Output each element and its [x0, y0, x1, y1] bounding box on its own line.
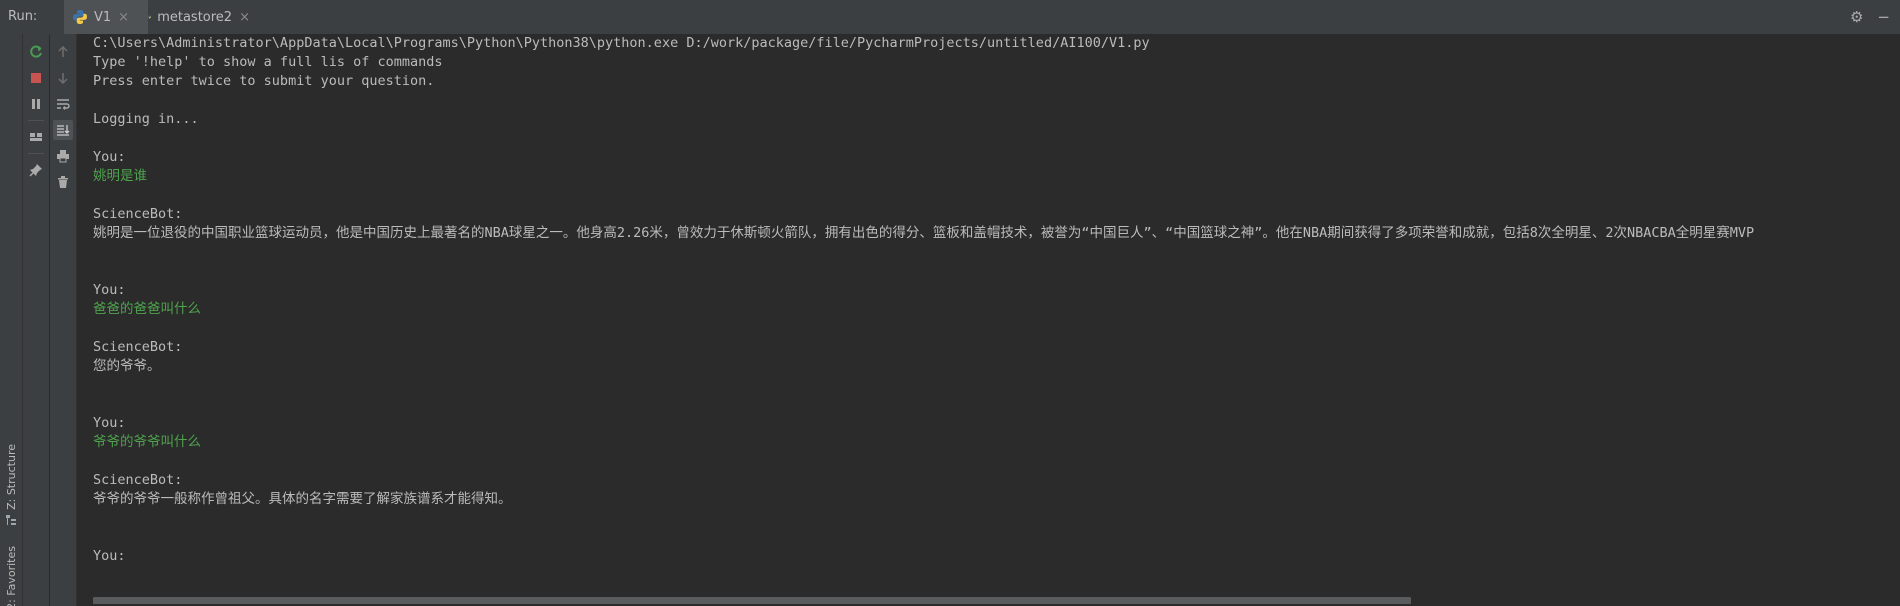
- stop-icon: [31, 73, 41, 83]
- favorites-tool-tab[interactable]: 2: Favorites ★: [0, 546, 22, 606]
- clear-all-button[interactable]: [53, 172, 73, 192]
- soft-wrap-icon: [57, 99, 70, 110]
- user-input-line: 姚明是谁: [93, 168, 147, 184]
- hide-icon[interactable]: −: [1877, 8, 1890, 26]
- structure-tab-label: Z: Structure: [4, 444, 18, 510]
- tab-metastore2[interactable]: metastore2 ×: [140, 0, 258, 34]
- python-file-icon: [73, 10, 87, 24]
- user-input-line: 爸爸的爸爸叫什么: [93, 301, 201, 317]
- stop-button[interactable]: [26, 68, 46, 88]
- pause-icon: [32, 99, 40, 109]
- favorites-tab-label: 2: Favorites: [4, 546, 18, 606]
- console-line: Type '!help' to show a full lis of comma…: [93, 54, 443, 70]
- scroll-to-end-icon: [57, 125, 70, 136]
- down-arrow-icon: [58, 73, 68, 85]
- run-label: Run:: [8, 9, 38, 24]
- gear-icon[interactable]: ⚙: [1850, 8, 1863, 26]
- print-button[interactable]: [53, 146, 73, 166]
- toolbar-separator: [28, 153, 44, 154]
- trash-icon: [58, 176, 68, 188]
- soft-wrap-button[interactable]: [53, 94, 73, 114]
- console-lines: C:\Users\Administrator\AppData\Local\Pro…: [77, 34, 1900, 566]
- close-icon[interactable]: ×: [118, 10, 129, 25]
- tab-v1-label: V1: [94, 9, 112, 25]
- print-icon: [57, 150, 69, 163]
- close-icon[interactable]: ×: [239, 10, 250, 25]
- run-tab-bar: Run: V1 × metastore2 × ⚙ −: [0, 0, 1900, 35]
- console-line: You:: [93, 415, 126, 431]
- layout-icon: [30, 133, 42, 141]
- console-line: You:: [93, 548, 126, 564]
- toolbar-separator: [28, 120, 44, 121]
- rerun-button[interactable]: [26, 42, 46, 62]
- scroll-to-end-button[interactable]: [53, 120, 73, 140]
- user-input-line: 爷爷的爷爷叫什么: [93, 434, 201, 450]
- console-line: Logging in...: [93, 111, 199, 127]
- console-line: Press enter twice to submit your questio…: [93, 73, 435, 89]
- console-output[interactable]: C:\Users\Administrator\AppData\Local\Pro…: [77, 34, 1900, 594]
- restore-layout-button[interactable]: [26, 127, 46, 147]
- tabbar-actions: ⚙ −: [1850, 0, 1890, 34]
- run-toolbar-secondary: [50, 34, 77, 606]
- left-tool-strip: Z: Structure 2: Favorites ★: [0, 34, 23, 606]
- console-line: 您的爷爷。: [93, 358, 161, 374]
- structure-icon: [6, 514, 16, 525]
- console-line: 爷爷的爷爷一般称作曾祖父。具体的名字需要了解家族谱系才能得知。: [93, 491, 512, 507]
- pin-icon: [29, 164, 42, 177]
- console-line: ScienceBot:: [93, 472, 183, 488]
- horizontal-scrollbar[interactable]: [77, 594, 1900, 606]
- console-line: You:: [93, 282, 126, 298]
- next-occurrence-button[interactable]: [53, 68, 73, 88]
- scrollbar-thumb[interactable]: [93, 597, 1411, 604]
- up-arrow-icon: [58, 45, 68, 57]
- structure-tool-tab[interactable]: Z: Structure: [0, 444, 22, 526]
- console-line: You:: [93, 149, 126, 165]
- run-toolbar-primary: [23, 34, 49, 606]
- rerun-icon: [30, 45, 42, 58]
- console-line: ScienceBot:: [93, 206, 183, 222]
- previous-occurrence-button[interactable]: [53, 42, 73, 62]
- tab-v1[interactable]: V1 ×: [64, 0, 148, 34]
- console-line: ScienceBot:: [93, 339, 183, 355]
- pause-button[interactable]: [26, 94, 46, 114]
- console-line: 姚明是一位退役的中国职业篮球运动员，他是中国历史上最著名的NBA球星之一。他身高…: [93, 225, 1755, 241]
- python-file-icon: [148, 15, 152, 19]
- console-line: C:\Users\Administrator\AppData\Local\Pro…: [93, 35, 1150, 51]
- pin-tab-button[interactable]: [26, 160, 46, 180]
- tab-metastore2-label: metastore2: [157, 9, 233, 25]
- pycharm-run-window: Run: V1 × metastore2 × ⚙ − Z: Structure: [0, 0, 1900, 606]
